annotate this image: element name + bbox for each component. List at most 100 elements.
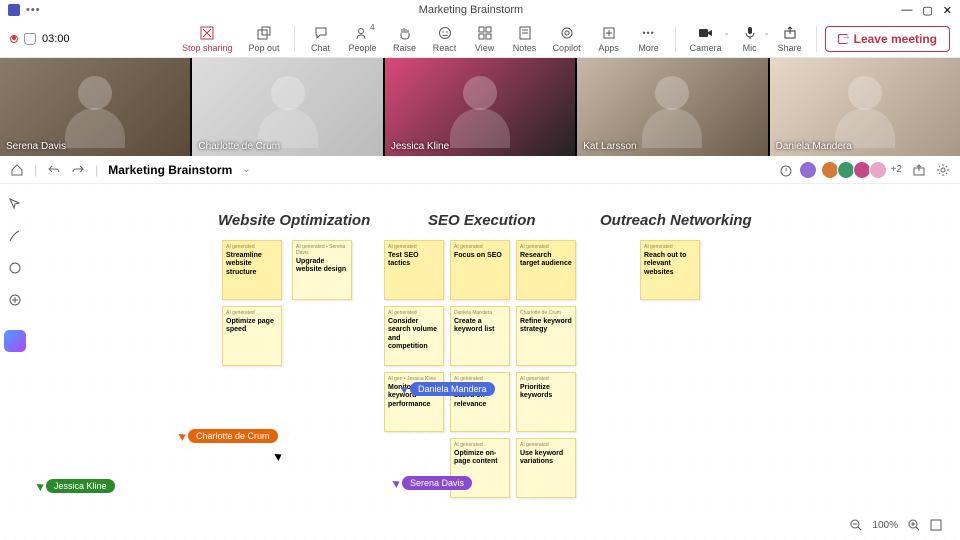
copilot-icon bbox=[559, 25, 575, 41]
sticky-note[interactable]: AI generatedReach out to relevant websit… bbox=[640, 240, 700, 300]
participant-name: Daniela Mandera bbox=[776, 141, 852, 152]
pop-out-button[interactable]: Pop out bbox=[243, 23, 286, 55]
mic-icon bbox=[742, 25, 758, 41]
share-button[interactable]: Share bbox=[772, 23, 808, 55]
remote-cursor: Charlotte de Crum bbox=[180, 429, 278, 443]
avatar bbox=[799, 161, 817, 179]
chat-icon bbox=[313, 25, 329, 41]
people-icon: 4 bbox=[355, 25, 371, 41]
close-button[interactable]: ✕ bbox=[943, 4, 952, 17]
whiteboard-title[interactable]: Marketing Brainstorm bbox=[108, 163, 232, 177]
stop-sharing-button[interactable]: Stop sharing bbox=[176, 23, 239, 55]
react-button[interactable]: React bbox=[427, 23, 463, 55]
leave-meeting-button[interactable]: Leave meeting bbox=[825, 26, 950, 52]
recording-time: 03:00 bbox=[42, 33, 70, 45]
view-icon bbox=[477, 25, 493, 41]
stop-sharing-icon bbox=[199, 25, 215, 41]
presence-avatars[interactable]: +2 bbox=[803, 161, 902, 179]
minimize-button[interactable]: — bbox=[901, 4, 912, 16]
participant-name: Jessica Kline bbox=[391, 141, 449, 152]
pointer-tool[interactable] bbox=[5, 194, 25, 214]
recording-indicator: 03:00 bbox=[10, 33, 70, 45]
add-tool[interactable] bbox=[5, 290, 25, 310]
remote-cursor: Daniela Mandera bbox=[402, 382, 495, 396]
sticky-note[interactable]: AI generatedFocus on SEO bbox=[450, 240, 510, 300]
home-icon[interactable] bbox=[10, 163, 24, 177]
apps-icon bbox=[601, 25, 617, 41]
sticky-note[interactable]: AI generatedResearch target audience bbox=[516, 240, 576, 300]
meeting-toolbar: 03:00 Stop sharing Pop out Chat 4 People… bbox=[0, 20, 960, 58]
tool-sidebar bbox=[4, 194, 26, 352]
window-title: Marketing Brainstorm bbox=[41, 4, 902, 16]
copilot-canvas-icon[interactable] bbox=[4, 330, 26, 352]
sticky-note[interactable]: AI generatedConsider search volume and c… bbox=[384, 306, 444, 366]
zoom-in-button[interactable] bbox=[908, 519, 920, 531]
camera-button[interactable]: Camera ⌄ bbox=[684, 23, 728, 55]
remote-cursor: Jessica Kline bbox=[38, 479, 115, 493]
zoom-level: 100% bbox=[872, 520, 898, 531]
chevron-down-icon[interactable]: ⌄ bbox=[242, 164, 250, 175]
sticky-note[interactable]: AI generatedPrioritize keywords bbox=[516, 372, 576, 432]
title-bar: ••• Marketing Brainstorm — ▢ ✕ bbox=[0, 0, 960, 20]
sticky-note[interactable]: AI generatedStreamline website structure bbox=[222, 240, 282, 300]
undo-icon[interactable] bbox=[47, 163, 61, 177]
redo-icon[interactable] bbox=[71, 163, 85, 177]
maximize-button[interactable]: ▢ bbox=[922, 4, 932, 17]
raise-hand-button[interactable]: Raise bbox=[387, 23, 423, 55]
more-button[interactable]: ••• More bbox=[631, 23, 667, 55]
sticky-note[interactable]: AI generatedkeywords based on relevance bbox=[450, 372, 510, 432]
notes-icon bbox=[517, 25, 533, 41]
apps-button[interactable]: Apps bbox=[591, 23, 627, 55]
shield-icon bbox=[24, 33, 36, 45]
sticky-note[interactable]: AI generatedOptimize page speed bbox=[222, 306, 282, 366]
zoom-out-button[interactable] bbox=[850, 519, 862, 531]
avatar-overflow[interactable]: +2 bbox=[891, 164, 902, 175]
sticky-note[interactable]: Charlotte de CrumRefine keyword strategy bbox=[516, 306, 576, 366]
chat-button[interactable]: Chat bbox=[303, 23, 339, 55]
settings-icon[interactable] bbox=[936, 163, 950, 177]
local-cursor bbox=[276, 452, 282, 460]
participant-name: Charlotte de Crum bbox=[198, 141, 280, 152]
copilot-button[interactable]: Copilot bbox=[547, 23, 587, 55]
more-dots-icon: ••• bbox=[641, 25, 657, 41]
participant-name: Kat Larsson bbox=[583, 141, 636, 152]
chevron-down-icon[interactable]: ⌄ bbox=[764, 29, 770, 37]
view-button[interactable]: View bbox=[467, 23, 503, 55]
share-icon bbox=[782, 25, 798, 41]
camera-icon bbox=[698, 25, 714, 41]
remote-cursor: Serena Davis bbox=[394, 476, 472, 490]
share-link-icon[interactable] bbox=[912, 163, 926, 177]
whiteboard-canvas[interactable]: Website Optimization SEO Execution Outre… bbox=[0, 184, 960, 540]
leave-icon bbox=[838, 34, 848, 44]
video-tile[interactable]: Kat Larsson bbox=[577, 58, 767, 156]
sticky-note[interactable]: AI generatedUse keyword variations bbox=[516, 438, 576, 498]
raise-hand-icon bbox=[397, 25, 413, 41]
pen-tool[interactable] bbox=[5, 226, 25, 246]
sticky-note[interactable]: Daniela ManderaCreate a keyword list bbox=[450, 306, 510, 366]
video-tile[interactable]: Serena Davis bbox=[0, 58, 190, 156]
video-tile[interactable]: Charlotte de Crum bbox=[192, 58, 382, 156]
zoom-controls: 100% bbox=[842, 516, 950, 534]
video-tile[interactable]: Daniela Mandera bbox=[770, 58, 960, 156]
avatar bbox=[821, 161, 839, 179]
sticky-note[interactable]: AI gen • Jessica KlineMonitor keyword pe… bbox=[384, 372, 444, 432]
mic-button[interactable]: Mic ⌄ bbox=[732, 23, 768, 55]
timer-icon[interactable] bbox=[779, 163, 793, 177]
whiteboard-header: | | Marketing Brainstorm ⌄ +2 bbox=[0, 156, 960, 184]
participant-name: Serena Davis bbox=[6, 141, 66, 152]
more-icon[interactable]: ••• bbox=[26, 4, 41, 16]
pop-out-icon bbox=[256, 25, 272, 41]
video-grid: Serena Davis Charlotte de Crum Jessica K… bbox=[0, 58, 960, 156]
video-tile[interactable]: Jessica Kline bbox=[385, 58, 575, 156]
comment-tool[interactable] bbox=[5, 258, 25, 278]
avatar bbox=[853, 161, 871, 179]
avatar bbox=[869, 161, 887, 179]
sticky-note[interactable]: AI generatedTest SEO tactics bbox=[384, 240, 444, 300]
sticky-note[interactable]: AI generated • Serena DavisUpgrade websi… bbox=[292, 240, 352, 300]
fit-screen-button[interactable] bbox=[930, 519, 942, 531]
teams-app-icon bbox=[8, 4, 20, 16]
people-button[interactable]: 4 People bbox=[343, 23, 383, 55]
avatar bbox=[837, 161, 855, 179]
notes-button[interactable]: Notes bbox=[507, 23, 543, 55]
chevron-down-icon[interactable]: ⌄ bbox=[724, 29, 730, 37]
